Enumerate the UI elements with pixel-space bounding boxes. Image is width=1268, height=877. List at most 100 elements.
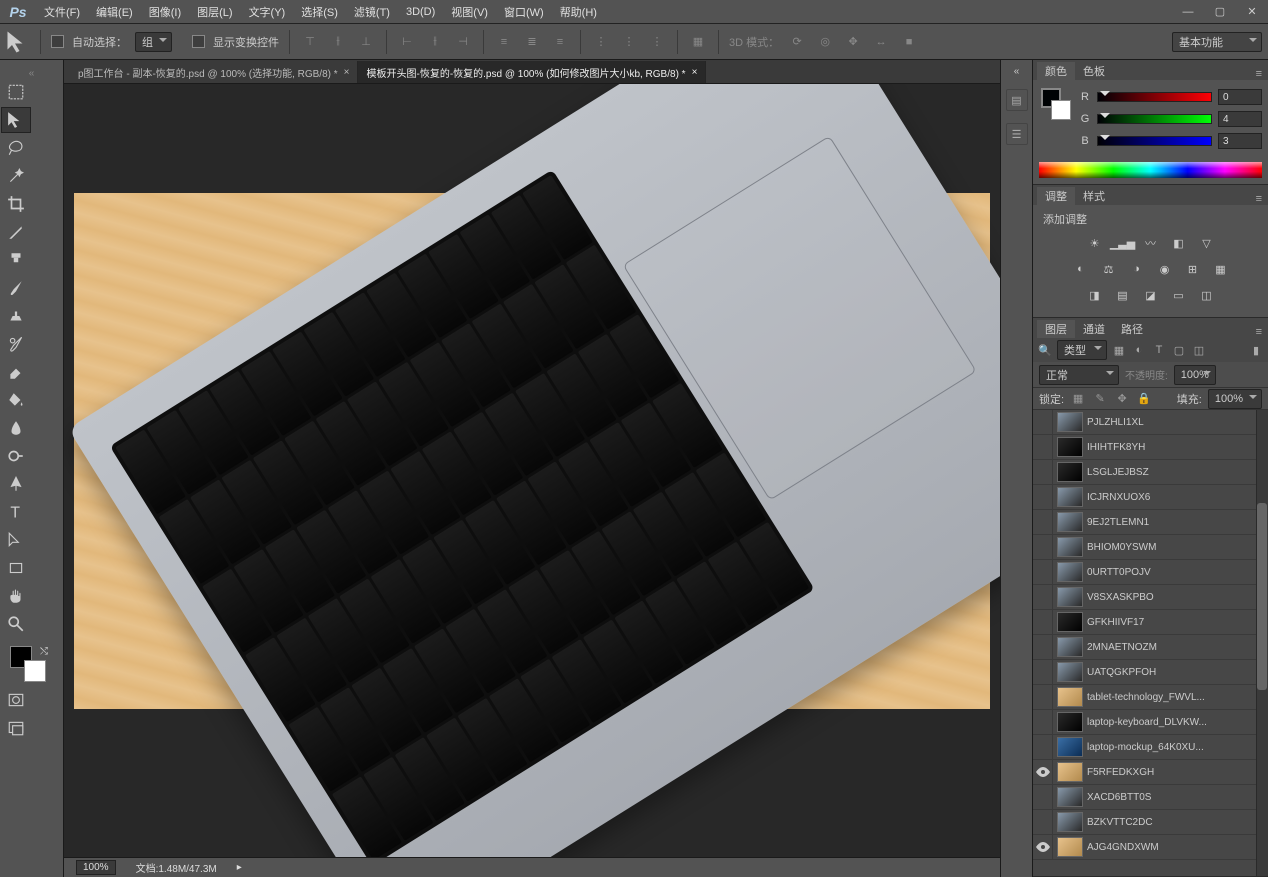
window-maximize-button[interactable]: ▢ xyxy=(1204,0,1236,24)
layer-row[interactable]: ICJRNXUOX6 xyxy=(1033,485,1268,510)
g-value-input[interactable] xyxy=(1218,111,1262,127)
menu-file[interactable]: 文件(F) xyxy=(36,0,88,24)
layer-row[interactable]: 9EJ2TLEMN1 xyxy=(1033,510,1268,535)
r-value-input[interactable] xyxy=(1218,89,1262,105)
path-selection-tool[interactable] xyxy=(1,527,31,553)
lasso-tool[interactable] xyxy=(1,135,31,161)
filter-adjustment-icon[interactable]: ◐ xyxy=(1131,342,1147,358)
show-transform-checkbox[interactable] xyxy=(192,35,205,48)
layer-visibility-toggle[interactable] xyxy=(1033,410,1053,434)
photo-filter-icon[interactable]: ◉ xyxy=(1155,259,1175,279)
layer-thumbnail[interactable] xyxy=(1057,662,1083,682)
layer-visibility-toggle[interactable] xyxy=(1033,735,1053,759)
lock-image-icon[interactable]: ✎ xyxy=(1092,391,1108,407)
selective-color-icon[interactable]: ◫ xyxy=(1197,285,1217,305)
menu-window[interactable]: 窗口(W) xyxy=(496,0,552,24)
rectangular-marquee-tool[interactable] xyxy=(1,79,31,105)
color-swatch-pair[interactable]: ⤭ xyxy=(0,642,63,686)
lock-all-icon[interactable]: 🔒 xyxy=(1136,391,1152,407)
levels-icon[interactable]: ▁▃▅ xyxy=(1113,233,1133,253)
tab-adjustments[interactable]: 调整 xyxy=(1037,187,1075,205)
layer-visibility-toggle[interactable] xyxy=(1033,485,1053,509)
3d-orbit-icon[interactable]: ⟳ xyxy=(787,32,807,52)
menu-3d[interactable]: 3D(D) xyxy=(398,0,443,24)
distribute-left-icon[interactable]: ⋮ xyxy=(591,32,611,52)
layer-visibility-toggle[interactable] xyxy=(1033,685,1053,709)
layer-visibility-toggle[interactable] xyxy=(1033,585,1053,609)
exposure-icon[interactable]: ◧ xyxy=(1169,233,1189,253)
menu-edit[interactable]: 编辑(E) xyxy=(88,0,141,24)
history-panel-icon[interactable]: ▤ xyxy=(1006,89,1028,111)
layer-thumbnail[interactable] xyxy=(1057,687,1083,707)
color-panel-menu-icon[interactable]: ≡ xyxy=(1250,68,1268,80)
distribute-top-icon[interactable]: ≡ xyxy=(494,32,514,52)
filter-shape-icon[interactable]: ▢ xyxy=(1171,342,1187,358)
layer-visibility-toggle[interactable] xyxy=(1033,810,1053,834)
distribute-bottom-icon[interactable]: ≡ xyxy=(550,32,570,52)
layer-thumbnail[interactable] xyxy=(1057,562,1083,582)
threshold-icon[interactable]: ◪ xyxy=(1141,285,1161,305)
dodge-tool[interactable] xyxy=(1,443,31,469)
layer-visibility-toggle[interactable] xyxy=(1033,660,1053,684)
opacity-input[interactable]: 100% xyxy=(1174,365,1216,385)
auto-select-checkbox[interactable] xyxy=(51,35,64,48)
layer-thumbnail[interactable] xyxy=(1057,587,1083,607)
magic-wand-tool[interactable] xyxy=(1,163,31,189)
layer-row[interactable]: tablet-technology_FWVL... xyxy=(1033,685,1268,710)
b-slider[interactable] xyxy=(1097,136,1212,146)
3d-zoom-icon[interactable]: ■ xyxy=(899,32,919,52)
layer-thumbnail[interactable] xyxy=(1057,612,1083,632)
workspace-selector[interactable]: 基本功能 xyxy=(1172,32,1262,52)
layer-row[interactable]: BZKVTTC2DC xyxy=(1033,810,1268,835)
layer-visibility-toggle[interactable] xyxy=(1033,435,1053,459)
layer-scrollbar[interactable] xyxy=(1256,410,1268,876)
eraser-tool[interactable] xyxy=(1,359,31,385)
layer-visibility-toggle[interactable] xyxy=(1033,710,1053,734)
align-left-edges-icon[interactable]: ⊢ xyxy=(397,32,417,52)
tab-channels[interactable]: 通道 xyxy=(1075,320,1113,338)
tab-layers[interactable]: 图层 xyxy=(1037,320,1075,338)
layer-row[interactable]: UATQGKPFOH xyxy=(1033,660,1268,685)
type-tool[interactable]: T xyxy=(1,499,31,525)
b-value-input[interactable] xyxy=(1218,133,1262,149)
layer-thumbnail[interactable] xyxy=(1057,737,1083,757)
align-vertical-centers-icon[interactable]: ⫲ xyxy=(328,32,348,52)
layer-row[interactable]: V8SXASKPBO xyxy=(1033,585,1268,610)
layer-thumbnail[interactable] xyxy=(1057,537,1083,557)
paint-bucket-tool[interactable] xyxy=(1,387,31,413)
menu-view[interactable]: 视图(V) xyxy=(443,0,496,24)
layer-filter-search-icon[interactable]: 🔍 xyxy=(1037,342,1053,358)
layer-thumbnail[interactable] xyxy=(1057,812,1083,832)
crop-tool[interactable] xyxy=(1,191,31,217)
brush-tool[interactable] xyxy=(1,275,31,301)
layer-thumbnail[interactable] xyxy=(1057,437,1083,457)
distribute-vcenter-icon[interactable]: ≣ xyxy=(522,32,542,52)
lock-position-icon[interactable]: ✥ xyxy=(1114,391,1130,407)
quick-mask-tool[interactable] xyxy=(1,687,31,713)
layer-visibility-toggle[interactable] xyxy=(1033,635,1053,659)
blend-mode-select[interactable]: 正常 xyxy=(1039,365,1119,385)
canvas-viewport[interactable] xyxy=(64,84,1000,877)
filter-type-icon[interactable]: T xyxy=(1151,342,1167,358)
properties-panel-icon[interactable]: ☰ xyxy=(1006,123,1028,145)
layer-thumbnail[interactable] xyxy=(1057,462,1083,482)
vibrance-icon[interactable]: ▽ xyxy=(1197,233,1217,253)
align-right-edges-icon[interactable]: ⊣ xyxy=(453,32,473,52)
layer-thumbnail[interactable] xyxy=(1057,487,1083,507)
hue-saturation-icon[interactable]: ◐ xyxy=(1071,259,1091,279)
swap-colors-icon[interactable]: ⤭ xyxy=(40,646,48,657)
layer-row[interactable]: laptop-mockup_64K0XU... xyxy=(1033,735,1268,760)
layer-visibility-toggle[interactable] xyxy=(1033,535,1053,559)
fill-input[interactable]: 100% xyxy=(1208,389,1262,409)
layer-row[interactable]: XACD6BTT0S xyxy=(1033,785,1268,810)
layer-row[interactable]: PJLZHLI1XL xyxy=(1033,410,1268,435)
lock-transparency-icon[interactable]: ▦ xyxy=(1070,391,1086,407)
r-slider[interactable] xyxy=(1097,92,1212,102)
distribute-hcenter-icon[interactable]: ⋮ xyxy=(619,32,639,52)
spot-healing-brush-tool[interactable] xyxy=(1,247,31,273)
auto-select-target-select[interactable]: 组 xyxy=(135,32,172,52)
align-horizontal-centers-icon[interactable]: ⫲ xyxy=(425,32,445,52)
zoom-level[interactable]: 100% xyxy=(76,860,116,875)
current-tool-icon[interactable] xyxy=(6,30,30,54)
layer-row[interactable]: GFKHIIVF17 xyxy=(1033,610,1268,635)
